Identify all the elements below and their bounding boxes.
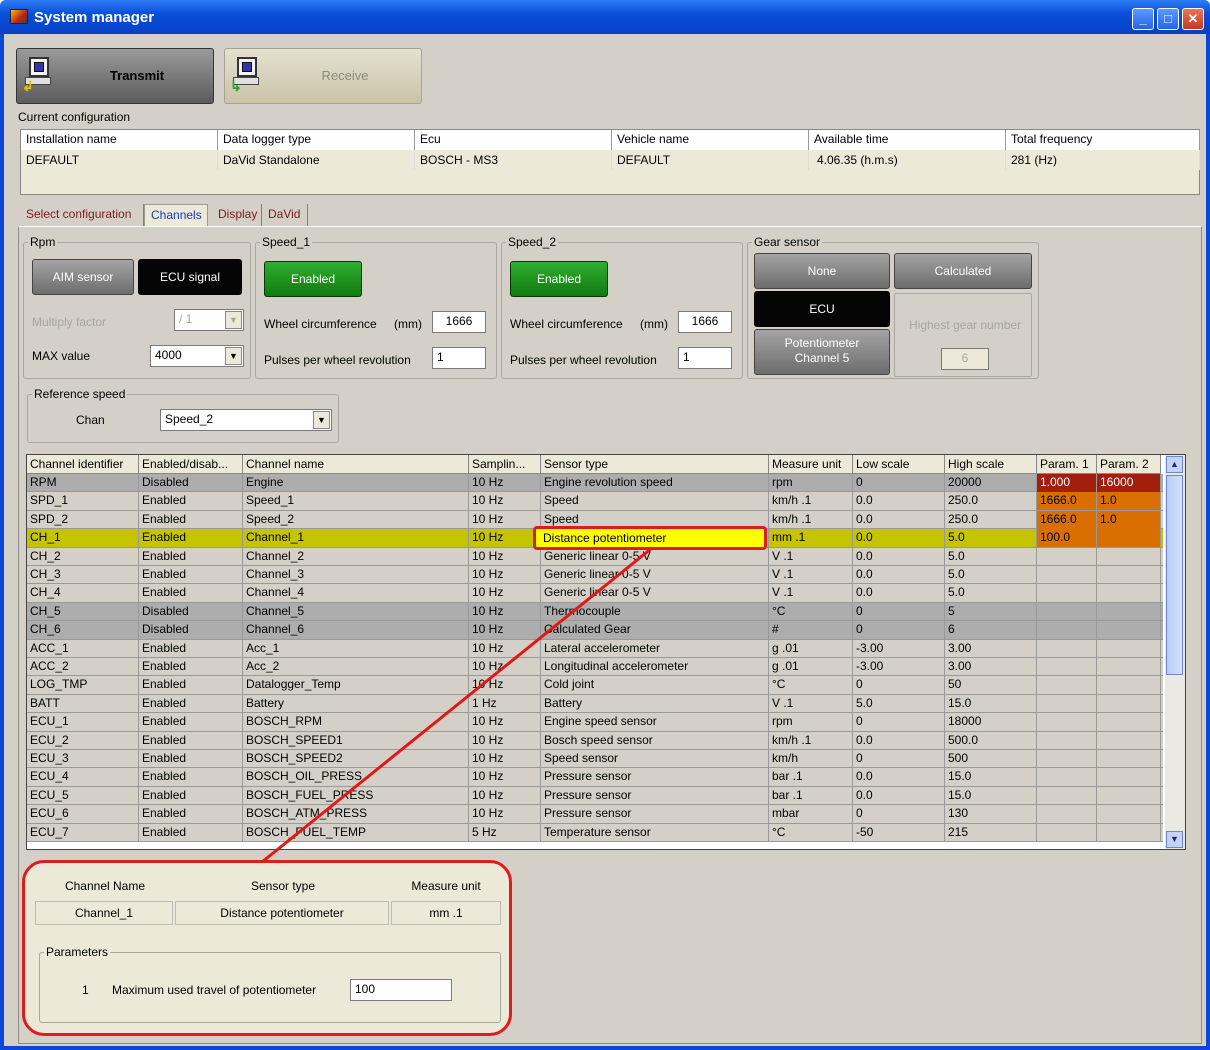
system-manager-window: System manager _ □ ✕ ↲ Transmit ↳ Receiv… — [0, 0, 1210, 1050]
connector-line — [261, 546, 653, 864]
callout-connector-line — [261, 546, 653, 864]
